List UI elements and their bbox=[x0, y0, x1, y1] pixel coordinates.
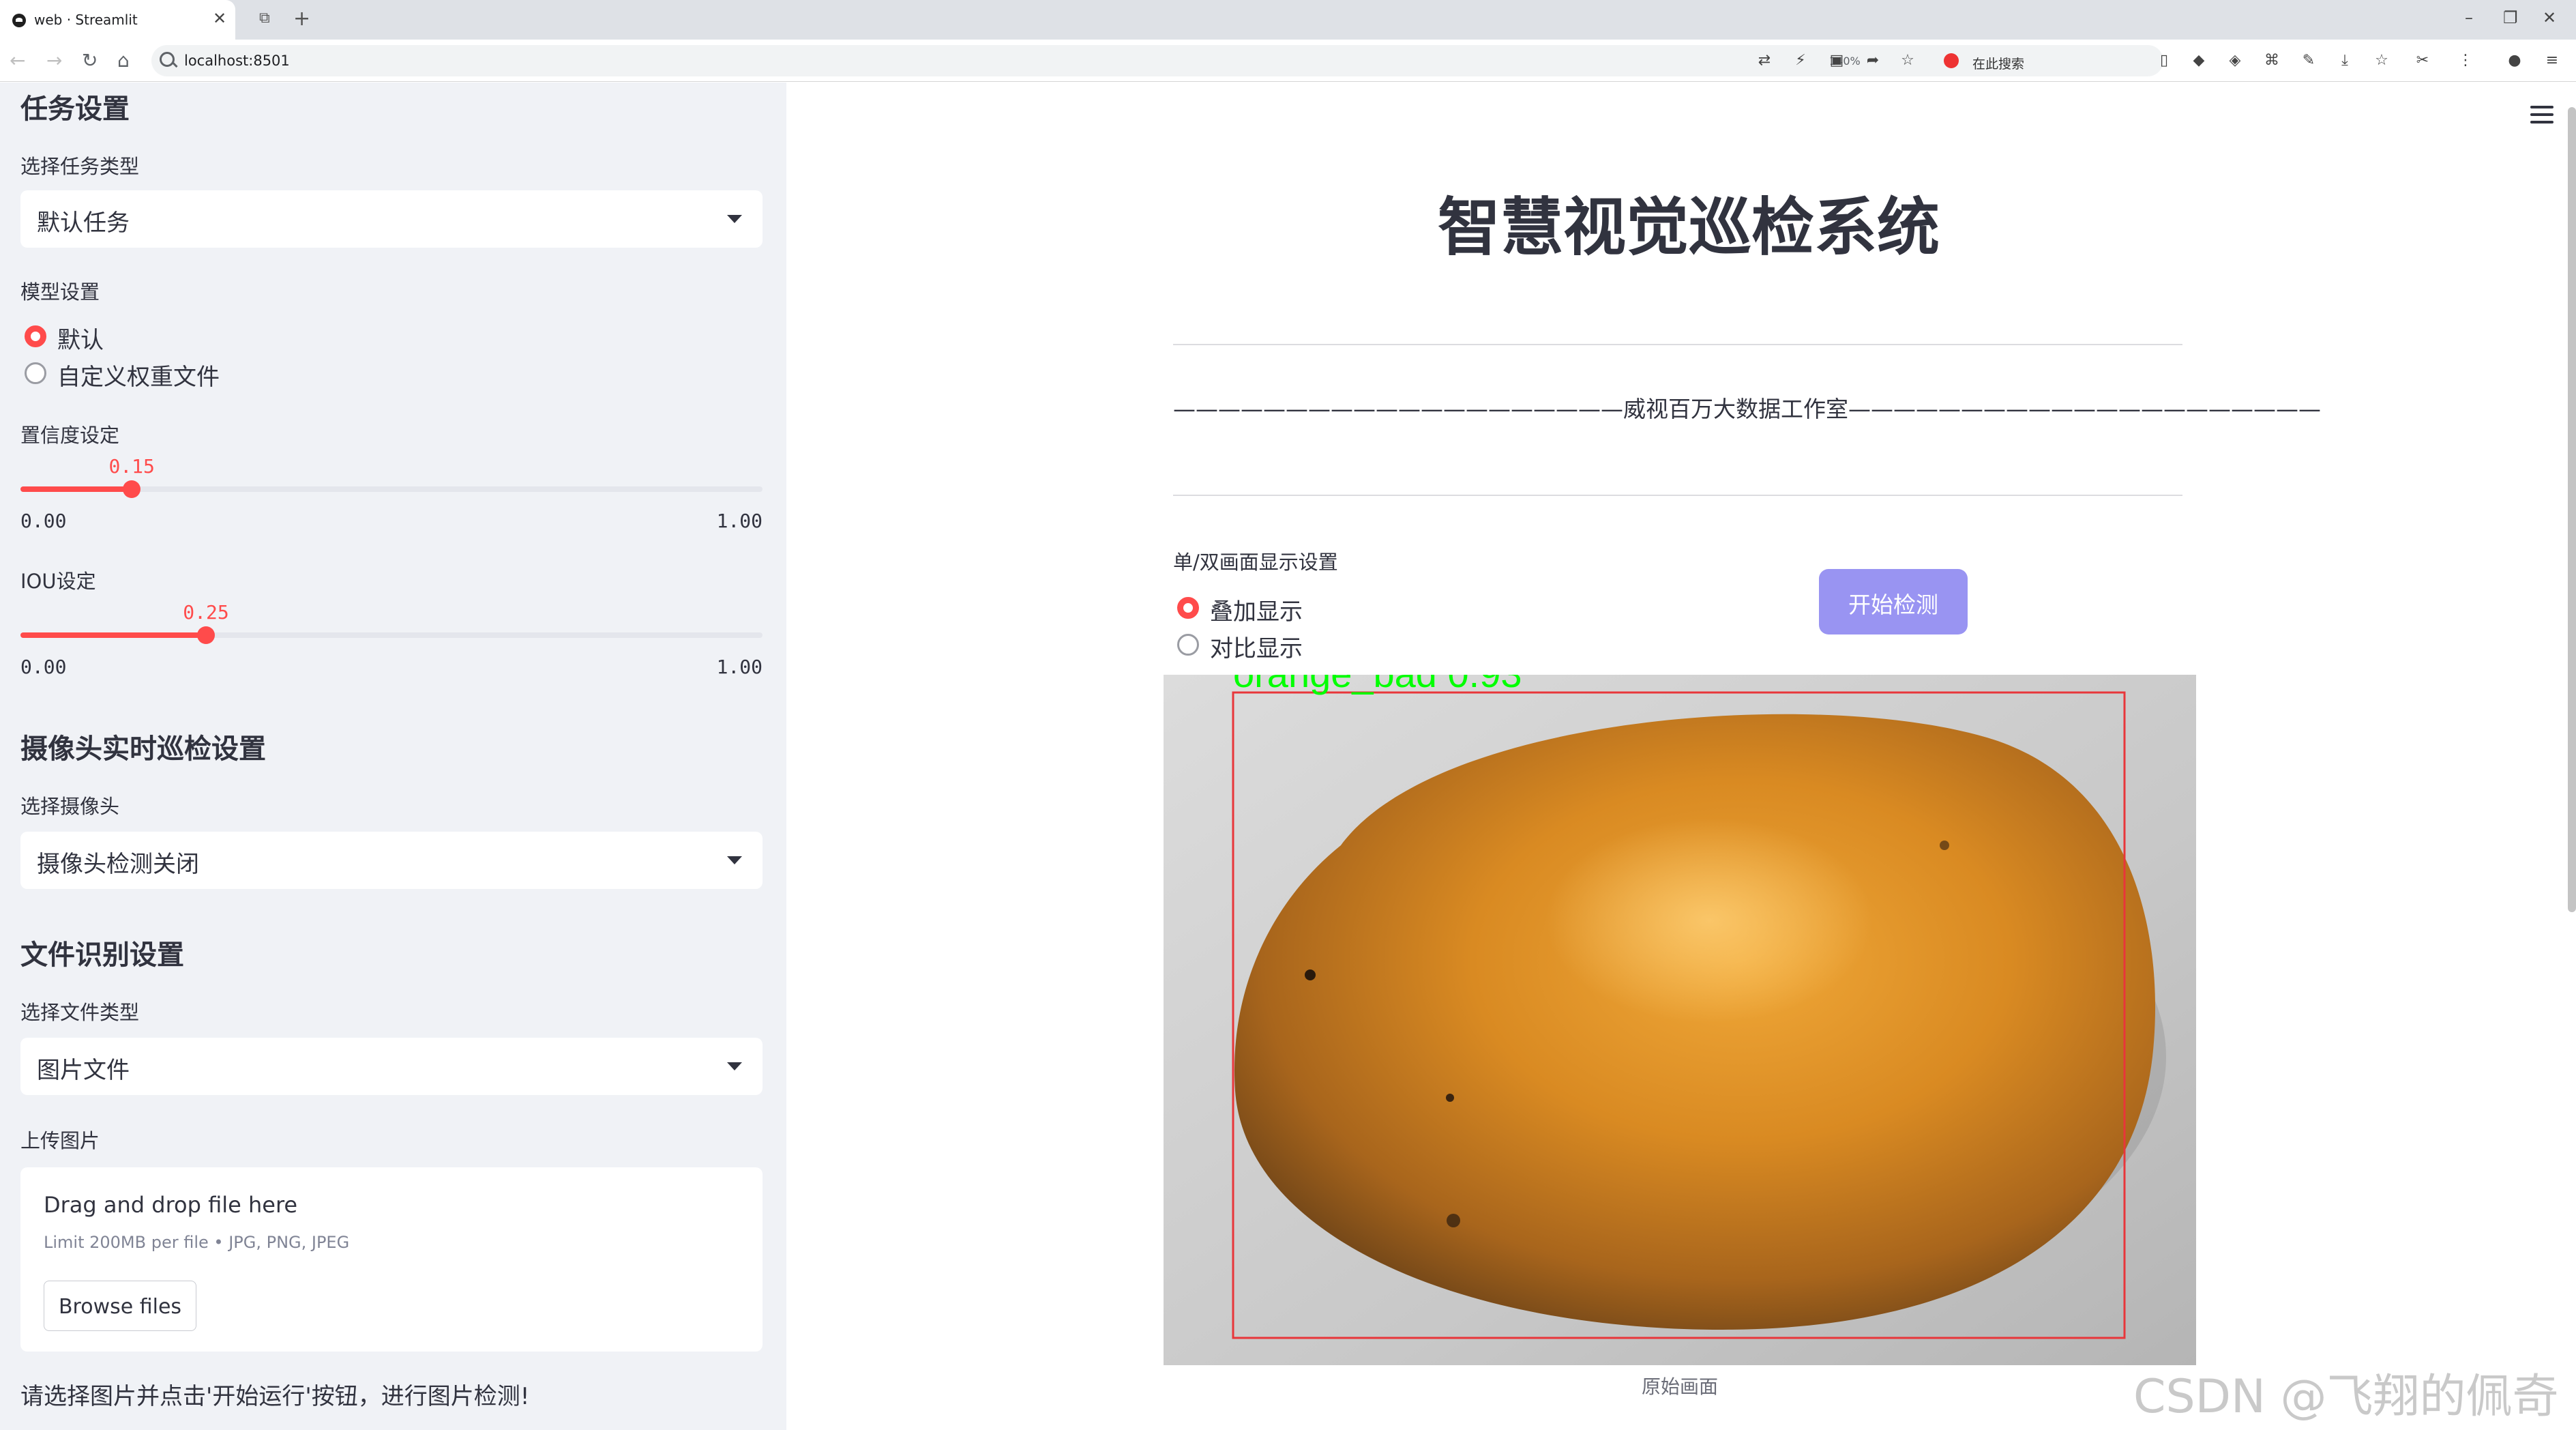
tab-title: web · Streamlit bbox=[34, 12, 138, 28]
screenshot-scissors-icon[interactable]: ✂ bbox=[2412, 50, 2433, 71]
file-settings-heading: 文件识别设置 bbox=[20, 939, 184, 971]
address-bar[interactable]: localhost:8501 140% bbox=[151, 45, 2163, 76]
lightning-icon[interactable]: ⚡ bbox=[1790, 50, 1811, 71]
slider-thumb[interactable] bbox=[123, 480, 141, 498]
model-option-label: 默认 bbox=[57, 327, 104, 354]
confidence-slider[interactable]: 0.15 0.00 1.00 bbox=[20, 455, 763, 537]
sidebar-hint-text: 请选择图片并点击'开始运行'按钮，进行图片检测! bbox=[20, 1383, 530, 1410]
slider-value: 0.15 bbox=[108, 455, 155, 478]
radio-unchecked-icon[interactable] bbox=[1177, 634, 1199, 656]
file-type-select[interactable]: 图片文件 bbox=[20, 1038, 763, 1095]
share-icon[interactable]: ➦ bbox=[1863, 50, 1883, 71]
chevron-down-icon bbox=[727, 215, 742, 223]
slider-min: 0.00 bbox=[20, 510, 67, 532]
forward-icon[interactable]: → bbox=[46, 49, 62, 72]
camera-select-label: 选择摄像头 bbox=[20, 795, 120, 818]
search-placeholder: 在此搜索 bbox=[1972, 57, 2025, 72]
start-detection-label: 开始检测 bbox=[1848, 592, 1938, 618]
model-option-label: 自定义权重文件 bbox=[57, 364, 220, 391]
url-text: localhost:8501 bbox=[184, 53, 290, 69]
orange-photo: orange_bad 0.93 bbox=[1164, 675, 2196, 1365]
reader-icon[interactable]: ▣ bbox=[1826, 50, 1847, 71]
chevron-down-icon bbox=[727, 856, 742, 864]
streamlit-favicon-icon bbox=[12, 14, 26, 27]
start-detection-button[interactable]: 开始检测 bbox=[1819, 569, 1968, 634]
file-type-label: 选择文件类型 bbox=[20, 1001, 140, 1024]
reload-icon[interactable]: ↻ bbox=[82, 49, 98, 72]
confidence-label: 置信度设定 bbox=[20, 424, 120, 447]
main-content: 智慧视觉巡检系统 ————————————————————威视百万大数据工作室—… bbox=[786, 83, 2576, 1430]
upload-dropzone-title: Drag and drop file here bbox=[44, 1192, 298, 1218]
browser-tab[interactable]: web · Streamlit ✕ bbox=[0, 0, 235, 40]
extension-translate-icon[interactable]: ⌘ bbox=[2262, 50, 2282, 71]
upload-label: 上传图片 bbox=[20, 1129, 100, 1152]
task-type-label: 选择任务类型 bbox=[20, 155, 140, 178]
display-option-label: 叠加显示 bbox=[1210, 598, 1303, 626]
chevron-down-icon bbox=[727, 1062, 742, 1070]
display-option-label: 对比显示 bbox=[1210, 635, 1303, 662]
slider-thumb[interactable] bbox=[197, 626, 215, 644]
task-settings-heading: 任务设置 bbox=[20, 93, 130, 125]
image-caption: 原始画面 bbox=[1641, 1375, 1718, 1398]
studio-credit-line: ————————————————————威视百万大数据工作室——————————… bbox=[1173, 396, 2321, 422]
upload-limit-text: Limit 200MB per file • JPG, PNG, JPEG bbox=[44, 1233, 350, 1252]
slider-min: 0.00 bbox=[20, 656, 67, 678]
radio-unchecked-icon[interactable] bbox=[25, 362, 46, 384]
task-type-select[interactable]: 默认任务 bbox=[20, 190, 763, 248]
tab-close-icon[interactable]: ✕ bbox=[213, 9, 226, 28]
minimize-icon[interactable]: – bbox=[2465, 8, 2473, 27]
vertical-scrollbar[interactable] bbox=[2568, 107, 2576, 912]
browser-tab-bar: web · Streamlit ✕ ⧉ + – ❐ ✕ bbox=[0, 0, 2576, 40]
extension-pen-icon[interactable]: ✎ bbox=[2298, 50, 2319, 71]
csdn-watermark: CSDN @飞翔的佩奇 bbox=[2133, 1370, 2559, 1424]
browser-search-box[interactable]: 在此搜索 bbox=[1937, 45, 2135, 76]
hamburger-menu-icon[interactable] bbox=[2530, 106, 2553, 123]
translate-icon[interactable]: ⇄ bbox=[1754, 50, 1775, 71]
browse-files-button[interactable]: Browse files bbox=[44, 1281, 196, 1331]
slider-max: 1.00 bbox=[716, 510, 763, 532]
file-type-value: 图片文件 bbox=[37, 1057, 130, 1084]
browser-menu-icon[interactable]: ≡ bbox=[2542, 50, 2562, 71]
model-settings-label: 模型设置 bbox=[20, 280, 100, 304]
slider-value: 0.25 bbox=[183, 601, 229, 624]
divider bbox=[1173, 495, 2182, 496]
home-icon[interactable]: ⌂ bbox=[117, 49, 130, 72]
camera-select-value: 摄像头检测关闭 bbox=[37, 851, 199, 878]
iou-slider[interactable]: 0.25 0.00 1.00 bbox=[20, 601, 763, 683]
bookmark-star-icon[interactable]: ☆ bbox=[1897, 50, 1918, 71]
more-menu-icon[interactable]: ⋮ bbox=[2455, 50, 2476, 71]
display-mode-label: 单/双画面显示设置 bbox=[1173, 551, 1338, 574]
camera-settings-heading: 摄像头实时巡检设置 bbox=[20, 733, 266, 765]
extension-diamond-icon[interactable]: ◆ bbox=[2189, 50, 2209, 71]
page-title: 智慧视觉巡检系统 bbox=[1437, 191, 1940, 264]
browse-files-label: Browse files bbox=[58, 1295, 182, 1319]
divider bbox=[1173, 344, 2182, 345]
camera-select[interactable]: 摄像头检测关闭 bbox=[20, 832, 763, 889]
task-type-value: 默认任务 bbox=[37, 209, 130, 237]
detection-result-image: orange_bad 0.93 bbox=[1164, 675, 2196, 1365]
browser-toolbar: ← → ↻ ⌂ localhost:8501 140% ⇄ ⚡ ▣ ➦ ☆ 在此… bbox=[0, 40, 2576, 82]
radio-checked-icon[interactable] bbox=[1177, 597, 1199, 619]
detection-class-label: orange_bad 0.93 bbox=[1233, 675, 1522, 695]
tab-groups-icon[interactable]: ⧉ bbox=[259, 10, 270, 27]
download-icon[interactable]: ⤓ bbox=[2335, 50, 2355, 71]
new-tab-icon[interactable]: + bbox=[293, 7, 310, 31]
slider-fill bbox=[20, 632, 206, 638]
extension-cube-icon[interactable]: ◈ bbox=[2225, 50, 2245, 71]
window-close-icon[interactable]: ✕ bbox=[2543, 8, 2556, 27]
profile-avatar-icon[interactable]: ● bbox=[2504, 50, 2525, 71]
file-uploader-dropzone[interactable]: Drag and drop file here Limit 200MB per … bbox=[20, 1167, 763, 1352]
iou-label: IOU设定 bbox=[20, 570, 96, 593]
restore-icon[interactable]: ❐ bbox=[2503, 8, 2518, 27]
back-icon[interactable]: ← bbox=[10, 49, 25, 72]
radio-checked-icon[interactable] bbox=[25, 325, 46, 347]
slider-fill bbox=[20, 486, 132, 492]
sidebar: 任务设置 选择任务类型 默认任务 模型设置 默认 自定义权重文件 置信度设定 0… bbox=[0, 83, 786, 1430]
slider-max: 1.00 bbox=[716, 656, 763, 678]
favorites-icon[interactable]: ☆ bbox=[2371, 50, 2392, 71]
search-engine-icon bbox=[1944, 53, 1959, 68]
search-icon bbox=[160, 52, 175, 67]
phone-icon[interactable]: ▯ bbox=[2154, 50, 2174, 71]
